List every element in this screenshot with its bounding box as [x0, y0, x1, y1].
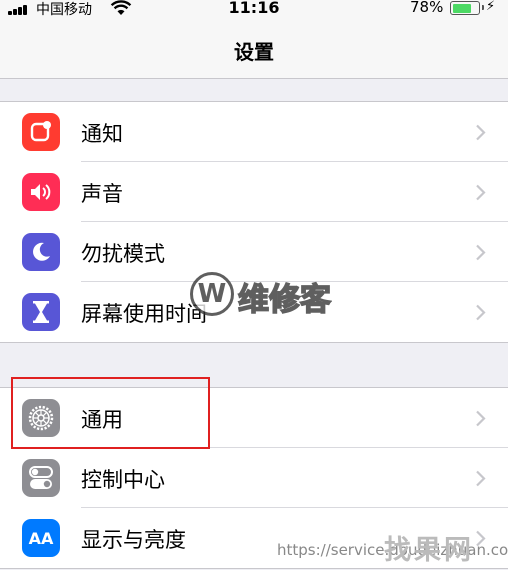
page-title: 设置: [234, 40, 274, 64]
settings-item-sounds[interactable]: 声音: [0, 162, 508, 222]
status-bar: 中国移动 11:16 78% ⚡: [0, 0, 508, 18]
charging-icon: ⚡: [486, 0, 496, 14]
watermark-corner: 找果网: [384, 535, 474, 566]
settings-item-label: 屏幕使用时间: [81, 302, 207, 326]
settings-item-label: 勿扰模式: [81, 242, 165, 266]
sounds-icon: [22, 173, 60, 211]
watermark-logo: W 维修客: [190, 272, 350, 319]
battery-icon: [450, 1, 484, 15]
highlight-annotation: [11, 377, 210, 449]
settings-item-notifications[interactable]: 通知: [0, 102, 508, 162]
notifications-icon: [22, 113, 60, 151]
chevron-right-icon: [476, 244, 486, 261]
chevron-right-icon: [476, 304, 486, 321]
hourglass-icon: [22, 293, 60, 331]
chevron-right-icon: [476, 470, 486, 487]
watermark-brand: 维修客: [237, 281, 332, 319]
chevron-right-icon: [476, 124, 486, 141]
toggles-icon: [22, 459, 60, 497]
watermark-logo-mark: W: [190, 272, 234, 316]
settings-item-label: 显示与亮度: [81, 528, 186, 552]
aa-icon: AA: [22, 519, 60, 557]
settings-item-control-center[interactable]: 控制中心: [0, 448, 508, 508]
settings-item-label: 控制中心: [81, 468, 165, 492]
settings-item-label: 声音: [81, 182, 123, 206]
settings-item-label: 通知: [81, 122, 123, 146]
navigation-bar: 设置: [0, 18, 508, 79]
battery-percent: 78%: [410, 0, 444, 16]
chevron-right-icon: [476, 184, 486, 201]
moon-icon: [22, 233, 60, 271]
chevron-right-icon: [476, 410, 486, 427]
